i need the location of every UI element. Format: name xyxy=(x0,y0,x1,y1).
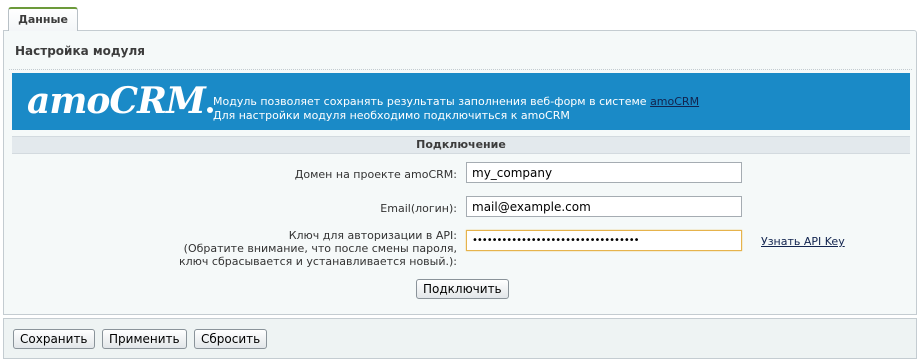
settings-panel: Настройка модуля amoCRM Модуль позволяет… xyxy=(3,30,917,315)
divider xyxy=(9,69,912,70)
domain-label: Домен на проекте amoCRM: xyxy=(294,168,457,181)
amocrm-logo: amoCRM xyxy=(27,83,213,119)
get-api-key-link[interactable]: Узнать API Key xyxy=(761,235,845,248)
domain-input[interactable] xyxy=(466,162,742,183)
api-key-label: Ключ для авторизации в API: (Обратите вн… xyxy=(179,229,457,268)
panel-title: Настройка модуля xyxy=(15,44,145,58)
amocrm-banner: amoCRM Модуль позволяет сохранять резуль… xyxy=(12,73,910,130)
connect-button[interactable]: Подключить xyxy=(416,279,509,299)
apply-button[interactable]: Применить xyxy=(102,329,187,349)
banner-line2: Для настройки модуля необходимо подключи… xyxy=(213,109,570,122)
email-label: Email(логин): xyxy=(380,202,457,215)
banner-description: Модуль позволяет сохранять результаты за… xyxy=(213,95,699,123)
save-button[interactable]: Сохранить xyxy=(13,329,95,349)
api-key-label-line1: Ключ для авторизации в API: xyxy=(288,229,457,242)
amocrm-link[interactable]: amoCRM xyxy=(650,95,699,108)
email-input[interactable] xyxy=(466,196,742,217)
footer-bar: Сохранить Применить Сбросить xyxy=(3,318,917,359)
connection-section-header: Подключение xyxy=(12,136,910,154)
reset-button[interactable]: Сбросить xyxy=(194,329,268,349)
api-key-input[interactable] xyxy=(466,230,742,251)
tab-data[interactable]: Данные xyxy=(8,7,78,31)
api-key-label-line3: ключ сбрасывается и устанавливается новы… xyxy=(178,255,457,268)
api-key-label-line2: (Обратите внимание, что после смены паро… xyxy=(183,242,457,255)
banner-line1: Модуль позволяет сохранять результаты за… xyxy=(213,95,651,108)
